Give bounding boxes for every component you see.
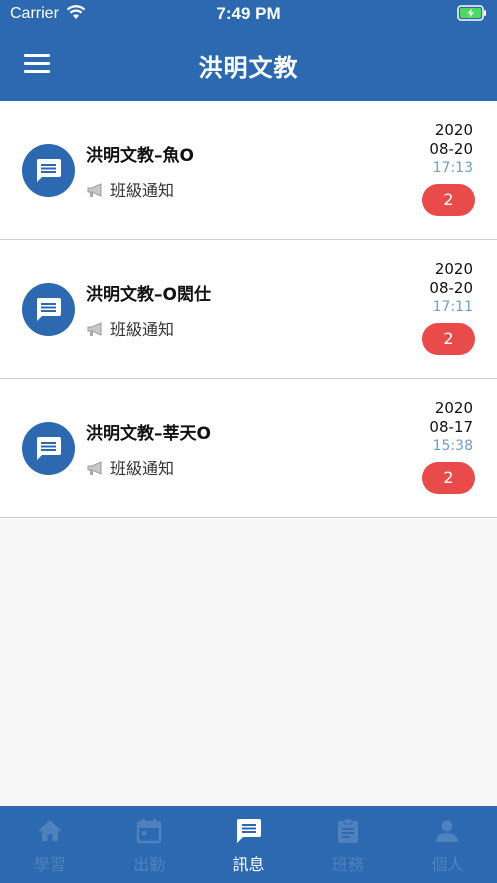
tab-class-affairs[interactable]: 班務 xyxy=(298,806,397,883)
message-subtitle: 班級通知 xyxy=(86,316,174,340)
megaphone-icon xyxy=(87,461,102,475)
battery-icon xyxy=(457,5,486,21)
message-date-year: 2020 xyxy=(434,260,473,278)
tab-learning[interactable]: 學習 xyxy=(0,806,99,883)
message-date-md: 08-20 xyxy=(429,140,473,158)
message-row[interactable]: 洪明文教–魚O 班級通知 2020 08-20 17:13 2 xyxy=(0,101,497,240)
message-subtitle: 班級通知 xyxy=(86,177,174,201)
message-date-year: 2020 xyxy=(434,121,473,139)
chat-bubble-icon xyxy=(36,159,61,182)
message-row[interactable]: 洪明文教–O閎仕 班級通知 2020 08-20 17:11 2 xyxy=(0,240,497,379)
message-time: 17:13 xyxy=(432,160,473,176)
unread-badge: 2 xyxy=(422,323,475,355)
message-subtitle-text: 班級通知 xyxy=(110,459,175,478)
message-date: 2020 08-17 xyxy=(429,399,473,437)
unread-badge: 2 xyxy=(422,462,475,494)
message-subtitle-text: 班級通知 xyxy=(110,181,175,200)
chat-avatar-icon xyxy=(22,144,75,197)
message-row[interactable]: 洪明文教–莘天O 班級通知 2020 08-17 15:38 2 xyxy=(0,379,497,518)
calendar-icon xyxy=(136,819,162,844)
status-time: 7:49 PM xyxy=(216,4,281,23)
page-title: 洪明文教 xyxy=(198,54,299,82)
person-icon xyxy=(436,820,459,842)
bottom-tab-bar: 學習 出勤 訊息 班務 個人 xyxy=(0,806,497,883)
clipboard-icon xyxy=(337,818,358,843)
tab-personal[interactable]: 個人 xyxy=(398,806,497,883)
tab-label: 個人 xyxy=(431,855,464,874)
tab-attendance[interactable]: 出勤 xyxy=(99,806,198,883)
chat-avatar-icon xyxy=(22,283,75,336)
tab-label: 學習 xyxy=(33,855,66,874)
tab-label: 出勤 xyxy=(133,855,166,874)
app-header: Carrier 7:49 PM 洪明文教 xyxy=(0,0,497,101)
message-date: 2020 08-20 xyxy=(429,260,473,298)
message-date-md: 08-20 xyxy=(429,279,473,297)
status-bar: Carrier 7:49 PM xyxy=(0,0,497,30)
tab-messages[interactable]: 訊息 xyxy=(199,806,298,883)
megaphone-icon xyxy=(87,322,102,336)
chat-avatar-icon xyxy=(22,422,75,475)
chat-bubble-icon xyxy=(36,298,61,321)
message-subtitle-text: 班級通知 xyxy=(110,320,175,339)
message-list: 洪明文教–魚O 班級通知 2020 08-20 17:13 2 洪明文教–O閎仕 xyxy=(0,101,497,518)
message-title: 洪明文教–魚O xyxy=(86,146,194,166)
unread-badge: 2 xyxy=(422,184,475,216)
message-time: 17:11 xyxy=(432,299,473,315)
tab-label: 訊息 xyxy=(232,855,265,874)
message-time: 15:38 xyxy=(432,438,473,454)
message-date-md: 08-17 xyxy=(429,418,473,436)
message-subtitle: 班級通知 xyxy=(86,455,174,479)
message-title: 洪明文教–莘天O xyxy=(86,424,211,444)
chat-bubble-icon xyxy=(36,437,61,460)
message-title: 洪明文教–O閎仕 xyxy=(86,285,211,305)
megaphone-icon xyxy=(87,183,102,197)
tab-label: 班務 xyxy=(331,855,364,874)
message-date-year: 2020 xyxy=(434,399,473,417)
home-icon xyxy=(37,820,62,841)
message-date: 2020 08-20 xyxy=(429,121,473,159)
message-icon xyxy=(236,819,261,843)
